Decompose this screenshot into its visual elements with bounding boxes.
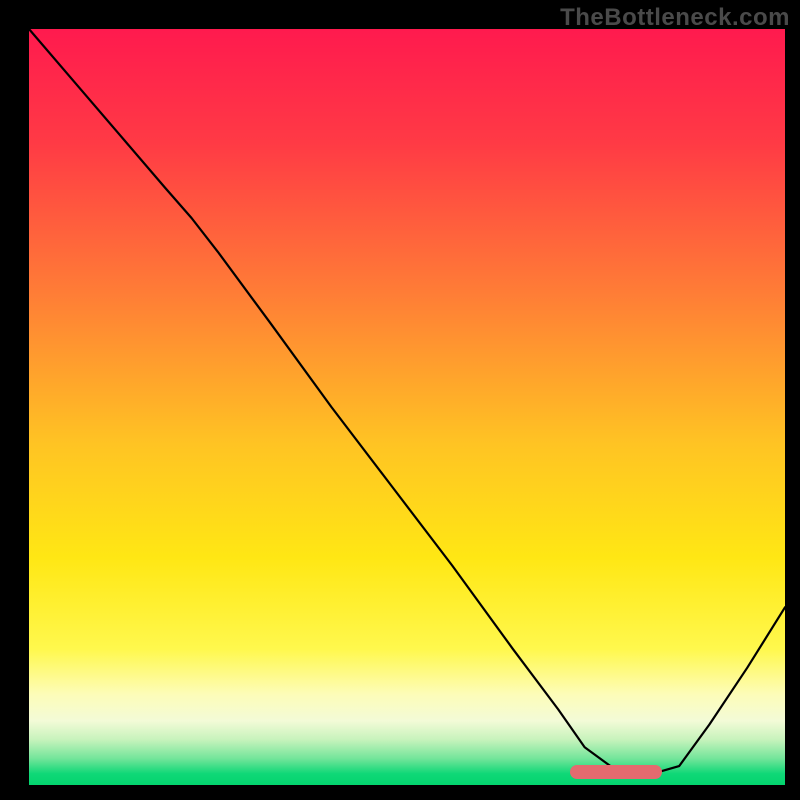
gradient-rect bbox=[29, 29, 785, 785]
watermark-text: TheBottleneck.com bbox=[560, 4, 790, 32]
chart-frame: TheBottleneck.com bbox=[0, 0, 800, 800]
plot-area bbox=[29, 29, 785, 785]
highlight-marker bbox=[570, 765, 662, 779]
plot-svg bbox=[29, 29, 785, 785]
